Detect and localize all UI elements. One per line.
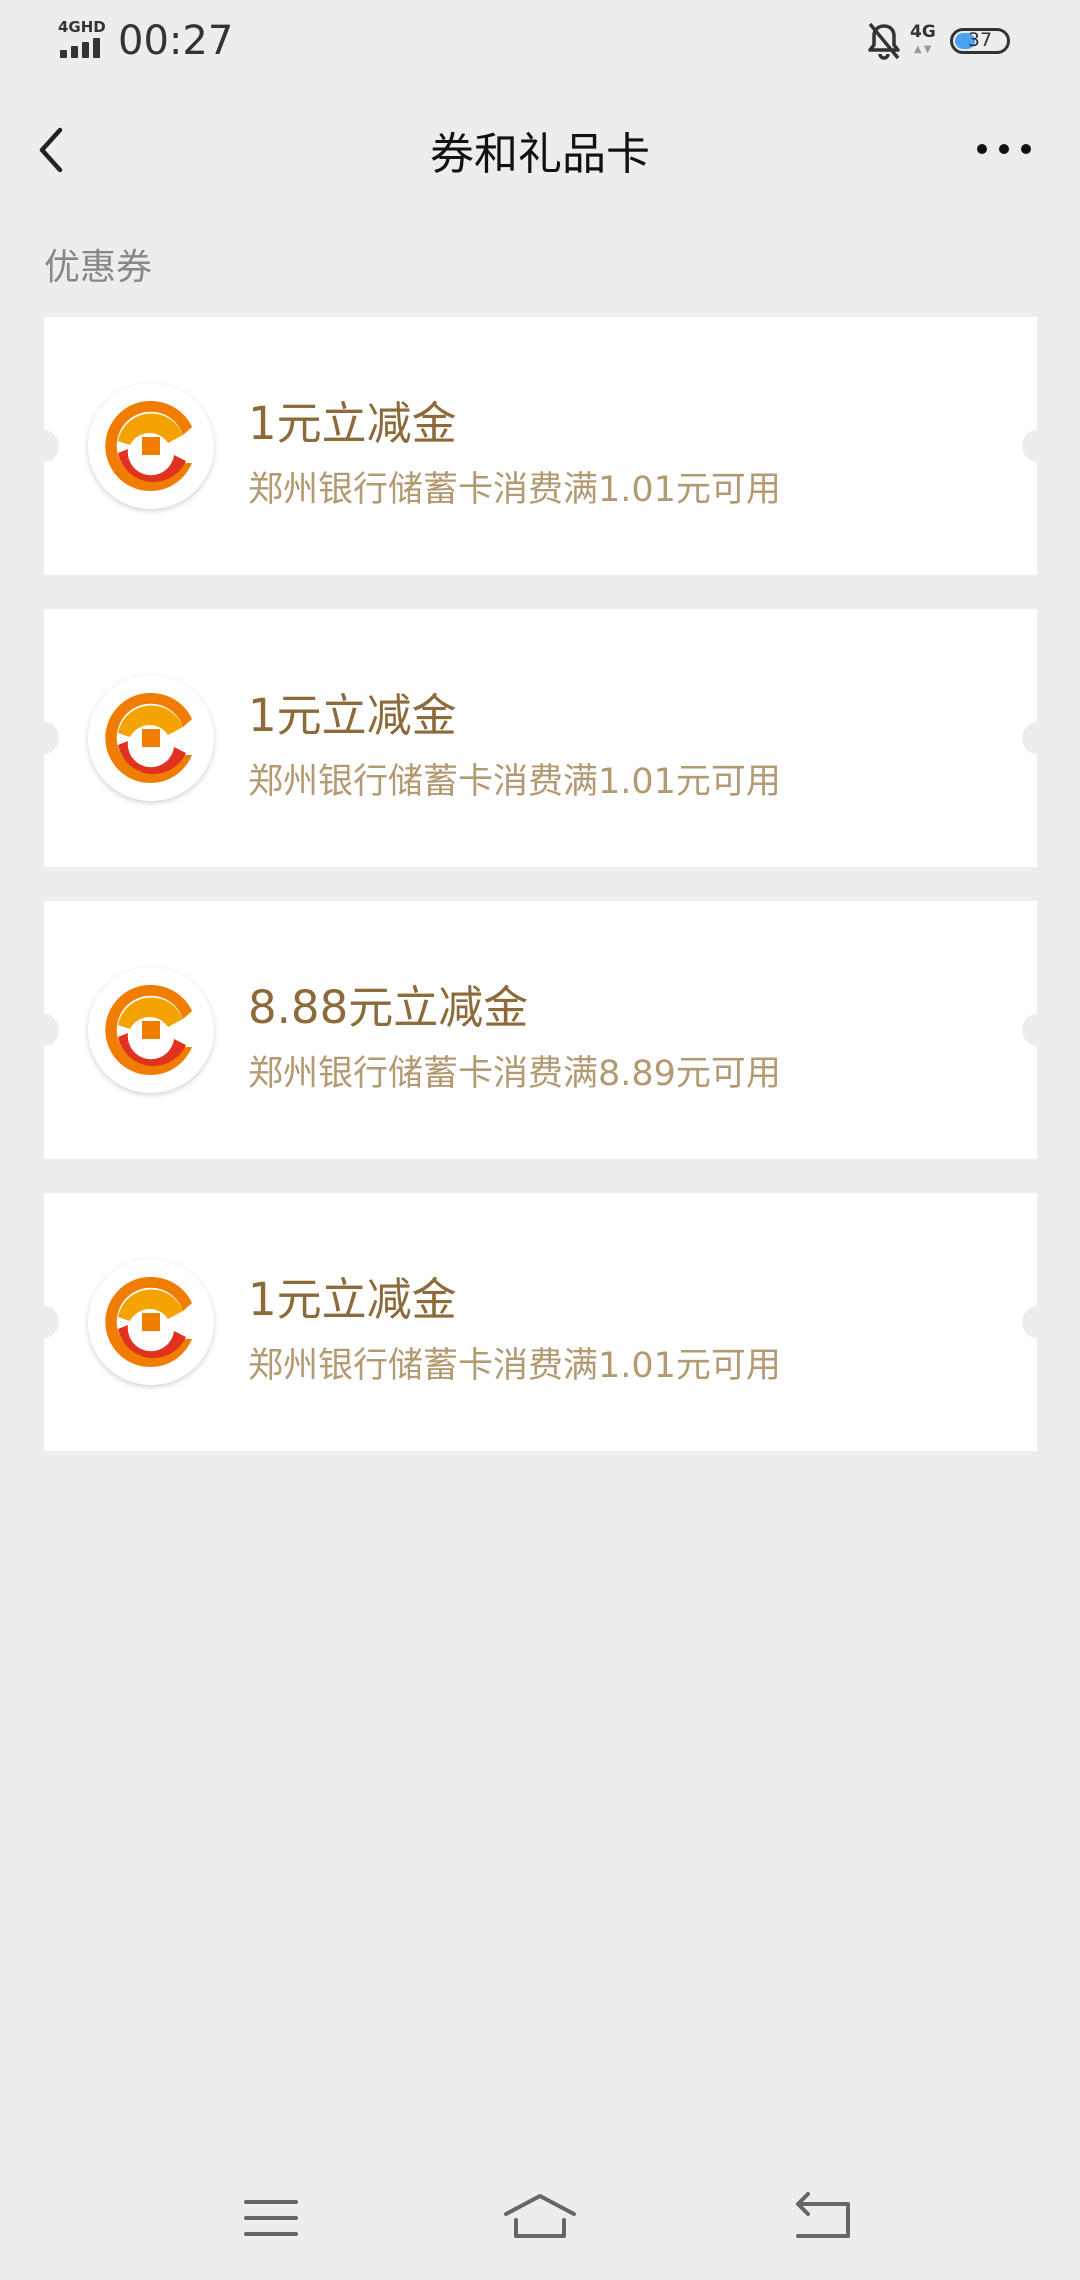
coupon-title: 1元立减金: [248, 689, 457, 742]
coupon-title: 1元立减金: [248, 397, 457, 450]
coupon-title: 8.88元立减金: [248, 981, 529, 1034]
coupon-title: 1元立减金: [248, 1273, 457, 1326]
coupon-description: 郑州银行储蓄卡消费满1.01元可用: [248, 470, 781, 510]
status-time: 00:27: [118, 18, 234, 64]
page-title: 券和礼品卡: [430, 129, 650, 180]
system-nav-bar: [0, 2150, 1080, 2280]
coupon-card[interactable]: 1元立减金 郑州银行储蓄卡消费满1.01元可用: [29, 609, 1052, 867]
coupon-card[interactable]: 1元立减金 郑州银行储蓄卡消费满1.01元可用: [29, 1193, 1052, 1451]
bank-logo-icon: [88, 967, 214, 1093]
status-bar: 4GHD 00:27 4G ▲▼ 37: [0, 0, 1080, 84]
bell-off-icon: [868, 22, 900, 60]
data-arrows-icon: ▲▼: [914, 44, 934, 55]
back-icon[interactable]: [784, 2188, 864, 2248]
battery-icon: 37: [950, 28, 1010, 54]
coupon-description: 郑州银行储蓄卡消费满8.89元可用: [248, 1054, 781, 1094]
more-horizontal-icon[interactable]: [970, 128, 1040, 168]
coupon-card[interactable]: 8.88元立减金 郑州银行储蓄卡消费满8.89元可用: [29, 901, 1052, 1159]
bank-logo-icon: [88, 383, 214, 509]
coupon-notch: [29, 1014, 59, 1046]
network-type-label: 4GHD: [58, 18, 106, 36]
coupon-notch: [1022, 722, 1052, 754]
coupon-card[interactable]: 1元立减金 郑州银行储蓄卡消费满1.01元可用: [29, 317, 1052, 575]
signal-icon: [60, 36, 104, 58]
secondary-network-label: 4G: [910, 22, 936, 42]
coupon-notch: [1022, 430, 1052, 462]
home-icon[interactable]: [500, 2188, 580, 2248]
coupon-notch: [29, 1306, 59, 1338]
page-header: 券和礼品卡: [0, 100, 1080, 200]
coupon-notch: [29, 430, 59, 462]
menu-icon[interactable]: [232, 2188, 312, 2248]
coupon-notch: [29, 722, 59, 754]
battery-level: 37: [967, 29, 993, 51]
section-label-coupons: 优惠券: [44, 247, 153, 288]
bank-logo-icon: [88, 1259, 214, 1385]
coupon-description: 郑州银行储蓄卡消费满1.01元可用: [248, 1346, 781, 1386]
coupon-description: 郑州银行储蓄卡消费满1.01元可用: [248, 762, 781, 802]
coupon-notch: [1022, 1014, 1052, 1046]
bank-logo-icon: [88, 675, 214, 801]
coupon-notch: [1022, 1306, 1052, 1338]
